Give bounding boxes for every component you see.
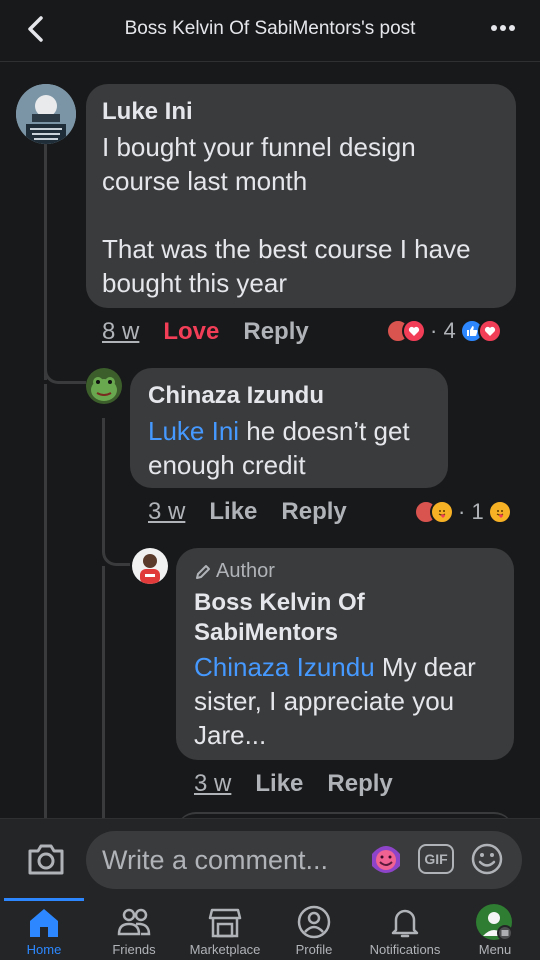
like-button[interactable]: Like xyxy=(255,770,303,798)
gif-button[interactable]: GIF xyxy=(418,844,454,874)
tab-label: Profile xyxy=(295,942,333,957)
comment-text: Luke Ini he doesn’t get enough credit xyxy=(148,414,444,482)
avatar[interactable] xyxy=(86,368,122,404)
reaction-summary[interactable]: · 1 xyxy=(414,499,512,525)
reply-button[interactable]: Reply xyxy=(281,498,346,526)
tab-friends[interactable]: Friends xyxy=(94,898,174,960)
tab-profile[interactable]: Profile xyxy=(278,898,350,960)
thread-connector-reply-1 xyxy=(44,360,86,384)
avatar[interactable] xyxy=(16,84,76,144)
reaction-count: · 4 xyxy=(430,318,456,343)
comment-input[interactable]: Write a comment... GIF xyxy=(86,831,522,889)
tab-label: Marketplace xyxy=(189,942,261,957)
bell-icon xyxy=(391,909,419,938)
avatar[interactable] xyxy=(132,548,168,584)
love-reaction-icon xyxy=(402,319,426,343)
thread-line-reply xyxy=(102,418,105,548)
tab-menu[interactable]: Menu xyxy=(464,898,526,960)
comment-author[interactable]: Luke Ini xyxy=(102,98,193,126)
comment-text: I bought your funnel design course last … xyxy=(102,132,471,298)
care-reaction-icon xyxy=(430,500,454,524)
reaction-summary[interactable]: · 4 xyxy=(386,318,502,344)
camera-button[interactable] xyxy=(26,841,66,877)
frog-avatar-photo xyxy=(86,368,122,404)
comment-author-line: Boss Kelvin Of xyxy=(194,589,365,616)
comment-timestamp[interactable]: 8 w xyxy=(102,318,139,346)
comment-input-placeholder: Write a comment... xyxy=(102,845,329,875)
avatar-sticker-button[interactable] xyxy=(368,840,404,880)
comment-author[interactable]: Chinaza Izundu xyxy=(148,382,324,410)
tab-home[interactable]: Home xyxy=(4,898,84,960)
friends-icon xyxy=(117,908,151,936)
marketplace-icon xyxy=(208,908,242,938)
thread-connector-reply-2 xyxy=(102,530,130,566)
author-badge: Author xyxy=(194,560,275,583)
thread-line-main-continued xyxy=(44,384,47,818)
tab-label: Friends xyxy=(112,942,156,957)
home-icon xyxy=(30,909,58,937)
camera-icon xyxy=(28,844,64,875)
avatar-photo xyxy=(16,84,76,144)
reply-bubble[interactable]: Chinaza Izundu Luke Ini he doesn’t get e… xyxy=(130,368,448,488)
more-dots-icon xyxy=(491,25,515,31)
pencil-icon xyxy=(196,564,210,579)
love-reaction-icon xyxy=(477,319,502,343)
menu-icon xyxy=(476,904,513,941)
comment-composer: Write a comment... GIF xyxy=(0,818,540,898)
thread-line-main xyxy=(44,144,47,380)
more-options-button[interactable] xyxy=(488,16,518,40)
tab-marketplace[interactable]: Marketplace xyxy=(180,898,270,960)
bottom-tab-bar: Home Friends Marketplace Profile Notific… xyxy=(0,898,540,960)
comment-actions: 3 w Like Reply xyxy=(148,498,371,526)
author-avatar-photo xyxy=(132,548,168,584)
author-badge-label: Author xyxy=(216,560,275,582)
love-reaction-button[interactable]: Love xyxy=(163,318,219,346)
comment-actions: 3 w Like Reply xyxy=(194,770,417,798)
like-button[interactable]: Like xyxy=(209,498,257,526)
tab-label: Home xyxy=(26,942,62,957)
comment-author-line: SabiMentors xyxy=(194,619,339,646)
reply-button[interactable]: Reply xyxy=(327,770,392,798)
reply-button[interactable]: Reply xyxy=(243,318,308,346)
top-bar: Boss Kelvin Of SabiMentors's post xyxy=(0,0,540,62)
reaction-count: · 1 xyxy=(458,499,484,524)
tab-label: Menu xyxy=(478,942,512,957)
comment-bubble[interactable]: Luke Ini I bought your funnel design cou… xyxy=(86,84,516,308)
page-title: Boss Kelvin Of SabiMentors's post xyxy=(124,18,416,39)
care-reaction-icon xyxy=(487,500,512,524)
comment-text: Chinaza Izundu My dear sister, I appreci… xyxy=(194,650,510,752)
profile-icon xyxy=(297,905,331,939)
comment-author[interactable]: Boss Kelvin Of SabiMentors xyxy=(194,588,365,648)
reply-bubble[interactable]: Author Boss Kelvin Of SabiMentors Chinaz… xyxy=(176,548,514,760)
thread-line-reply-continued xyxy=(102,566,105,818)
comment-timestamp[interactable]: 3 w xyxy=(194,770,231,798)
comment-timestamp[interactable]: 3 w xyxy=(148,498,185,526)
smiley-icon xyxy=(471,843,503,875)
tab-label: Notifications xyxy=(369,942,441,957)
avatar-sticker-icon xyxy=(372,846,400,873)
tab-notifications[interactable]: Notifications xyxy=(360,898,450,960)
comment-actions: 8 w Love Reply xyxy=(102,318,333,346)
mention-link[interactable]: Chinaza Izundu xyxy=(194,652,375,682)
mention-link[interactable]: Luke Ini xyxy=(148,416,239,446)
emoji-button[interactable] xyxy=(470,842,504,876)
